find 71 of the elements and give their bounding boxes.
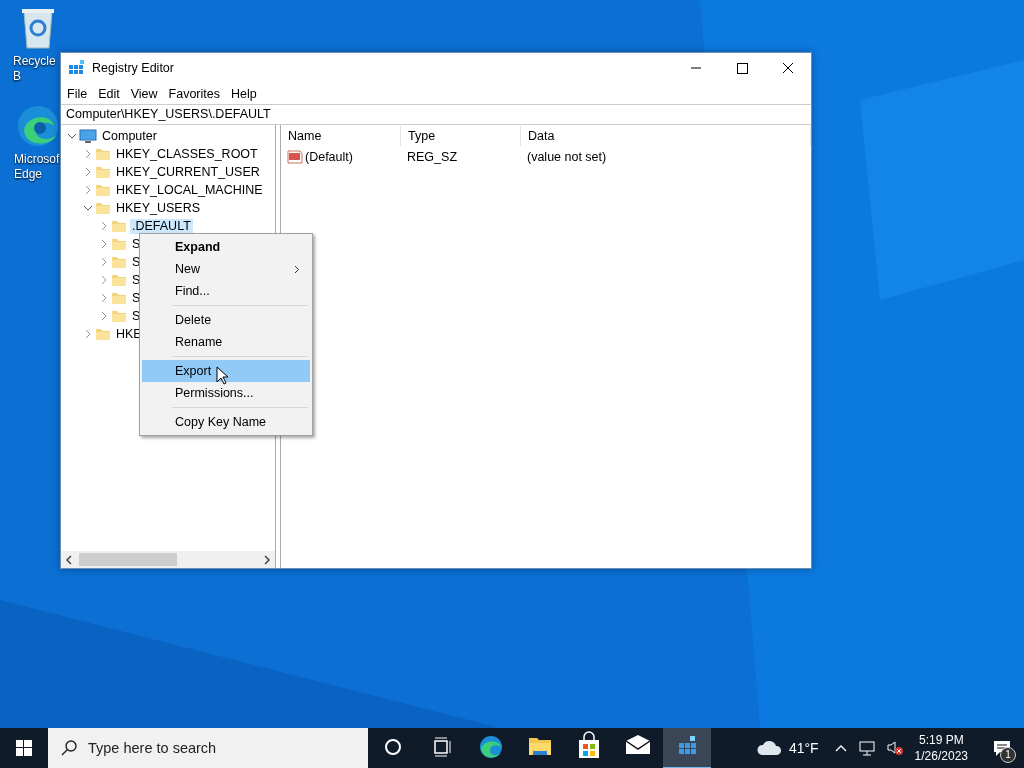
folder-icon [111,219,127,233]
menu-item[interactable]: File [63,86,92,101]
tree-item[interactable]: Computer [100,128,159,144]
menu-item[interactable]: Delete [142,309,310,331]
string-value-icon [287,150,303,164]
clock-date[interactable]: 1/26/2023 [914,748,968,764]
cloud-icon[interactable] [755,739,784,757]
chevron-down-icon[interactable] [83,203,93,213]
horizontal-scrollbar[interactable] [61,551,275,568]
chevron-right-icon[interactable] [83,185,93,195]
folder-icon [95,201,111,215]
tree-item[interactable]: HKEY_CLASSES_ROOT [114,146,260,162]
folder-icon [111,309,127,323]
chevron-right-icon[interactable] [83,167,93,177]
tree-item[interactable]: HKEY_CURRENT_USER [114,164,262,180]
registry-editor-icon [68,59,86,77]
search-icon [60,739,78,757]
chevron-right-icon[interactable] [99,275,109,285]
icon-label: Recycle B [13,54,57,84]
chevron-right-icon[interactable] [83,329,93,339]
muted-speaker-icon[interactable] [885,740,904,756]
notification-badge: 1 [1000,747,1016,763]
menu-item[interactable]: Permissions... [142,382,310,404]
chevron-right-icon[interactable] [83,149,93,159]
chevron-right-icon[interactable] [99,311,109,321]
folder-icon [95,165,111,179]
mouse-pointer-icon [216,366,228,385]
table-cell: REG_SZ [407,150,457,164]
table-cell: (Default) [305,150,353,164]
folder-icon [111,255,127,269]
scroll-right-icon[interactable] [263,554,271,565]
folder-icon [111,273,127,287]
folder-icon [95,327,111,341]
menu-item[interactable]: Find... [142,280,310,302]
menu-item[interactable]: Expand [142,236,310,258]
tree-item[interactable]: .DEFAULT [130,218,193,234]
chevron-right-icon[interactable] [99,257,109,267]
menu-item[interactable]: Edit [94,86,124,101]
folder-icon [111,237,127,251]
table-cell: (value not set) [527,150,607,164]
tree-item[interactable]: HKEY_USERS [114,200,203,216]
column-header[interactable]: Data [521,126,811,146]
scroll-left-icon[interactable] [65,554,73,565]
menu-item[interactable]: Help [227,86,261,101]
chevron-right-icon[interactable] [99,293,109,303]
registry-editor-icon[interactable] [663,727,711,768]
chevron-right-icon[interactable] [99,221,109,231]
menu-item[interactable]: Rename [142,331,310,353]
tree-item[interactable]: HKEY_LOCAL_MACHINE [114,182,265,198]
menu-item[interactable]: Copy Key Name [142,411,310,433]
menu-item[interactable]: Export [142,360,310,382]
scroll-thumb[interactable] [79,553,177,566]
menu-item[interactable]: Favorites [164,86,224,101]
column-header[interactable]: Name [281,126,401,146]
window-title: Registry Editor [92,61,175,75]
column-header[interactable]: Type [401,126,521,146]
folder-icon [95,183,111,197]
computer-icon [79,129,97,143]
clock-time[interactable]: 5:19 PM [918,732,964,748]
menu-item[interactable]: View [126,86,162,101]
icon-label: Microsof Edge [14,152,61,182]
address-bar[interactable]: Computer\HKEY_USERS\.DEFAULT [61,104,811,125]
folder-icon [111,291,127,305]
chevron-right-icon[interactable] [99,239,109,249]
menu-item[interactable]: New [142,258,310,280]
folder-icon [95,147,111,161]
search-field[interactable]: Type here to search [48,728,368,768]
temperature-text[interactable]: 41°F [788,740,819,756]
chevron-down-icon[interactable] [67,131,77,141]
chevron-up-icon[interactable] [833,743,848,753]
network-icon[interactable] [857,740,876,756]
